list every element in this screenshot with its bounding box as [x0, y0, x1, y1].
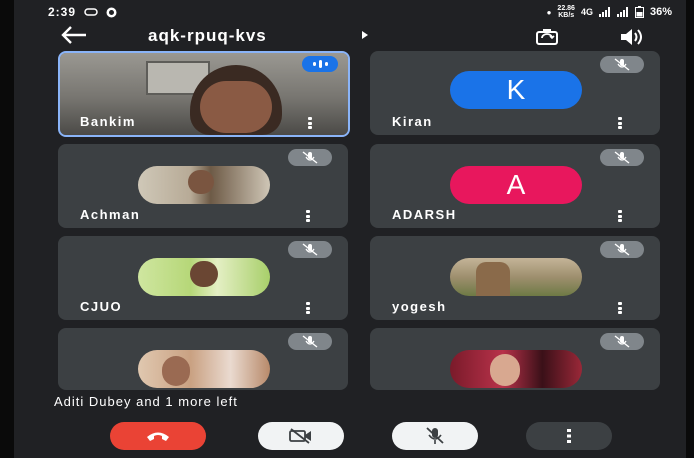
- participant-photo: [450, 350, 582, 388]
- sync-icon: [84, 8, 98, 16]
- camera-off-icon: [289, 428, 311, 444]
- more-options-button[interactable]: [306, 302, 310, 314]
- person-face: [200, 81, 272, 133]
- back-button[interactable]: [60, 24, 88, 52]
- mic-off-icon: [302, 151, 318, 164]
- network-type: 4G: [580, 7, 593, 17]
- status-time: 2:39: [48, 5, 77, 19]
- participant-photo: [138, 350, 270, 388]
- meeting-code[interactable]: aqk-rpuq-kvs: [148, 26, 267, 46]
- right-edge: [686, 0, 690, 458]
- participant-photo: [138, 258, 270, 296]
- participant-tile-cjuo[interactable]: CJUO: [58, 236, 348, 320]
- mic-muted-badge: [288, 241, 332, 258]
- camera-toggle-button[interactable]: [258, 422, 344, 450]
- participant-tile-adarsh[interactable]: A ADARSH: [370, 144, 660, 228]
- mic-toggle-button[interactable]: [392, 422, 478, 450]
- participant-tile-bankim[interactable]: Bankim: [58, 51, 350, 137]
- photo-face: [190, 261, 218, 287]
- mic-off-icon: [302, 335, 318, 348]
- mic-off-icon: [614, 243, 630, 256]
- more-vert-icon: [567, 429, 571, 443]
- photo-face: [490, 354, 520, 386]
- participant-name: ADARSH: [392, 207, 457, 222]
- mic-muted-badge: [600, 333, 644, 350]
- mic-off-icon: [614, 151, 630, 164]
- photo-figure: [476, 262, 510, 296]
- avatar-letter: K: [506, 74, 526, 105]
- participant-name: Bankim: [80, 114, 136, 129]
- mic-muted-badge: [600, 149, 644, 166]
- participant-tile-8[interactable]: [370, 328, 660, 390]
- call-controls: [14, 414, 690, 458]
- mic-muted-badge: [288, 333, 332, 350]
- battery-percent: 36%: [649, 6, 672, 18]
- net-speed-unit: KB/s: [558, 12, 575, 19]
- more-options-button[interactable]: [618, 210, 622, 222]
- mic-off-icon: [302, 243, 318, 256]
- mic-off-icon: [614, 58, 630, 71]
- mic-off-icon: [614, 335, 630, 348]
- participant-tile-kiran[interactable]: K Kiran: [370, 51, 660, 135]
- mic-muted-badge: [600, 56, 644, 73]
- photo-face: [188, 170, 214, 194]
- mic-muted-badge: [288, 149, 332, 166]
- participant-name: yogesh: [392, 299, 447, 314]
- more-options-button[interactable]: [306, 210, 310, 222]
- end-call-icon: [147, 432, 169, 441]
- net-speed-value: 22.86: [557, 5, 575, 12]
- switch-camera-icon: [536, 29, 558, 45]
- more-options-button[interactable]: [526, 422, 612, 450]
- back-arrow-icon: [61, 26, 86, 44]
- status-bar: 2:39 ● 22.86 KB/s 4G 36%: [14, 0, 690, 24]
- signal-icon: [598, 7, 610, 17]
- mic-muted-badge: [600, 241, 644, 258]
- left-edge: [0, 0, 14, 458]
- switch-camera-button[interactable]: [534, 27, 560, 52]
- speaking-indicator: [302, 56, 338, 72]
- signal-icon-2: [616, 7, 628, 17]
- participant-name: Kiran: [392, 114, 433, 129]
- meeting-header: aqk-rpuq-kvs: [14, 24, 690, 50]
- more-options-button[interactable]: [308, 117, 312, 129]
- speaker-icon: [621, 29, 642, 45]
- end-call-button[interactable]: [110, 422, 206, 450]
- status-right: ● 22.86 KB/s 4G 36%: [547, 5, 672, 19]
- avatar-letter: A: [506, 169, 526, 200]
- participant-photo: [450, 258, 582, 296]
- caret-right-icon: [362, 31, 368, 39]
- participant-name: CJUO: [80, 299, 123, 314]
- participant-avatar: K: [450, 71, 582, 109]
- mic-off-icon: [426, 427, 444, 444]
- battery-icon: [634, 6, 644, 18]
- participant-photo: [138, 166, 270, 204]
- participant-tile-yogesh[interactable]: yogesh: [370, 236, 660, 320]
- participant-name: Achman: [80, 207, 141, 222]
- participant-tile-achman[interactable]: Achman: [58, 144, 348, 228]
- meet-screen: 2:39 ● 22.86 KB/s 4G 36% aqk-rpuq-kvs Ba…: [14, 0, 690, 458]
- dot-icon: ●: [546, 7, 552, 17]
- status-left: 2:39: [48, 5, 117, 19]
- meeting-details-arrow[interactable]: [361, 30, 369, 43]
- more-options-button[interactable]: [618, 302, 622, 314]
- participants-left-notice: Aditi Dubey and 1 more left: [54, 394, 238, 409]
- more-options-button[interactable]: [618, 117, 622, 129]
- participant-tile-7[interactable]: [58, 328, 348, 390]
- participant-avatar: A: [450, 166, 582, 204]
- whatsapp-icon: [106, 7, 117, 17]
- net-speed: 22.86 KB/s: [557, 5, 575, 19]
- photo-face: [162, 356, 190, 386]
- audio-output-button[interactable]: [618, 27, 644, 52]
